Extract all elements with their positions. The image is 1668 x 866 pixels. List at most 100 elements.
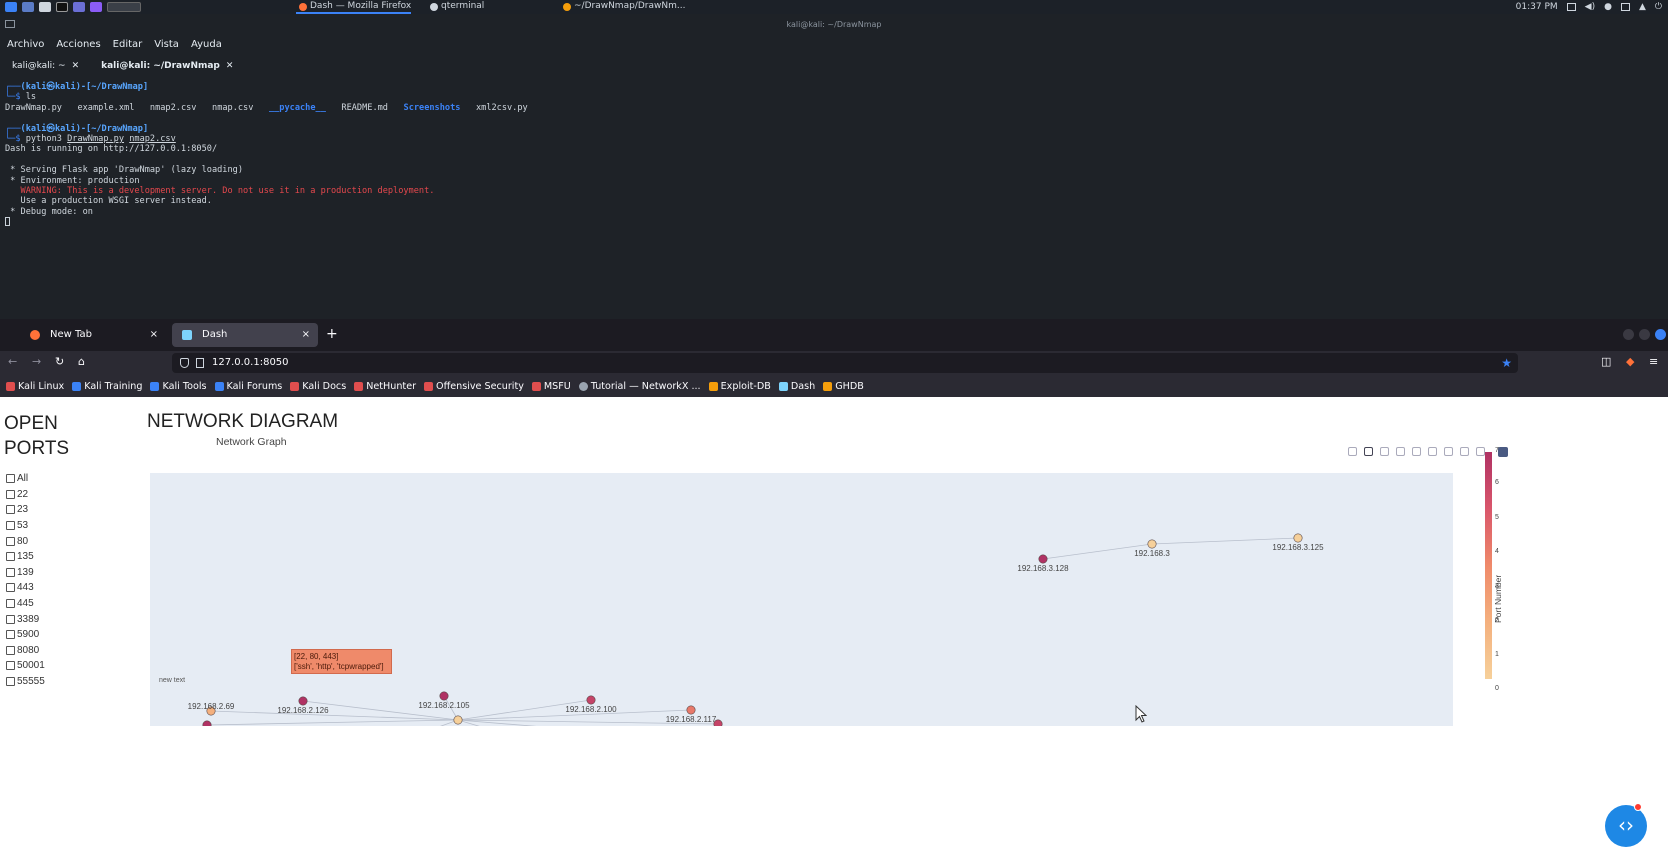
forward-icon[interactable]: → [32,355,41,368]
autoscale-icon[interactable] [1460,447,1469,456]
workspace-1-icon[interactable] [22,2,34,12]
taskbar-task-qterminal[interactable]: qterminal [427,0,484,14]
menu-archivo[interactable]: Archivo [7,39,44,50]
port-option-80[interactable]: 80 [6,533,45,549]
terminal-launcher-icon[interactable] [56,2,68,12]
dash-debug-button[interactable]: ‹› [1605,805,1647,847]
close-icon[interactable]: ✕ [72,61,80,71]
shield-icon[interactable] [180,358,189,368]
taskbar-task-firefox[interactable]: Dash — Mozilla Firefox [296,0,412,14]
active-workspace-icon[interactable] [107,2,141,12]
graph-node[interactable] [1038,554,1048,564]
graph-node[interactable] [1147,539,1157,549]
checkbox[interactable] [6,661,15,671]
port-option-8080[interactable]: 8080 [6,643,45,659]
checkbox[interactable] [6,489,15,499]
bookmark-kali-tools[interactable]: Kali Tools [150,381,207,392]
bookmark-dash[interactable]: Dash [778,381,815,392]
terminal-tab-drawnmap[interactable]: kali@kali: ~/DrawNmap ✕ [93,59,241,73]
bookmark-kali-forums[interactable]: Kali Forums [214,381,282,392]
close-icon[interactable]: × [150,323,158,347]
bookmark-msfu[interactable]: MSFU [531,381,571,392]
bookmark-kali-docs[interactable]: Kali Docs [290,381,346,392]
port-option-3389[interactable]: 3389 [6,611,45,627]
file-manager-icon[interactable] [39,2,51,12]
bookmark-kali-training[interactable]: Kali Training [72,381,142,392]
checkbox[interactable] [6,630,15,640]
menu-acciones[interactable]: Acciones [56,39,100,50]
annotation-text[interactable]: new text [159,677,185,684]
lock-icon[interactable]: ▲ [1639,2,1646,12]
terminal-tab-home[interactable]: kali@kali: ~ ✕ [4,59,87,73]
browser-tab-newtab[interactable]: New Tab × [20,323,166,347]
menu-vista[interactable]: Vista [154,39,179,50]
url-bar[interactable]: 127.0.0.1:8050 ★ [172,353,1518,373]
display-icon[interactable] [1566,3,1576,11]
plotly-logo-icon[interactable] [1498,447,1508,457]
checkbox[interactable] [6,614,15,624]
bookmark-exploit-db[interactable]: Exploit-DB [708,381,771,392]
kali-menu-icon[interactable] [5,2,17,12]
power-icon[interactable]: ⏻ [1655,2,1662,12]
browser-launcher-icon[interactable] [73,2,85,12]
battery-icon[interactable] [1620,3,1630,11]
port-option-55555[interactable]: 55555 [6,674,45,690]
lasso-select-icon[interactable] [1412,447,1421,456]
checkbox[interactable] [6,645,15,655]
close-icon[interactable]: × [302,323,310,347]
checkbox[interactable] [6,536,15,546]
graph-node[interactable] [202,720,212,726]
port-option-50001[interactable]: 50001 [6,658,45,674]
port-option-445[interactable]: 445 [6,596,45,612]
maximize-button[interactable] [1639,329,1650,340]
browser-tab-dash[interactable]: Dash × [172,323,318,347]
close-icon[interactable]: ✕ [226,61,234,71]
menu-ayuda[interactable]: Ayuda [191,39,222,50]
camera-icon[interactable] [1348,447,1357,456]
port-option-5900[interactable]: 5900 [6,627,45,643]
port-option-22[interactable]: 22 [6,487,45,503]
graph-node[interactable] [686,705,696,715]
bookmark-tutorial-networkx[interactable]: Tutorial — NetworkX ... [578,381,701,392]
checkbox[interactable] [6,599,15,609]
graph-node[interactable] [298,696,308,706]
checkbox[interactable] [6,567,15,577]
menu-editar[interactable]: Editar [113,39,143,50]
close-window-button[interactable] [1655,329,1666,340]
checkbox[interactable] [6,474,15,484]
zoom-in-icon[interactable] [1428,447,1437,456]
port-option-23[interactable]: 23 [6,502,45,518]
volume-icon[interactable]: ◀) [1585,2,1595,12]
minimize-button[interactable] [1623,329,1634,340]
taskbar-task-folder[interactable]: ~/DrawNmap/DrawNm... [560,0,685,14]
network-graph-svg[interactable]: 192.168.3.128 192.168.3 192.168.3.125 192.1… [150,473,1453,726]
port-option-139[interactable]: 139 [6,565,45,581]
checkbox[interactable] [6,583,15,593]
workspace-switcher-icon[interactable] [90,2,102,12]
extension-icon[interactable]: ◆ [1626,355,1634,368]
checkbox[interactable] [6,505,15,515]
port-option-53[interactable]: 53 [6,518,45,534]
graph-node[interactable] [586,695,596,705]
pocket-icon[interactable]: ◫ [1601,355,1611,368]
page-info-icon[interactable] [196,358,204,368]
checkbox[interactable] [6,552,15,562]
graph-node[interactable] [453,715,463,725]
graph-node[interactable] [1293,533,1303,543]
hamburger-menu-icon[interactable]: ≡ [1649,355,1658,368]
graph-node[interactable] [439,691,449,701]
pan-icon[interactable] [1380,447,1389,456]
terminal-output[interactable]: ┌──(kali㉿kali)-[~/DrawNmap] └─$ ls DrawN… [0,76,1668,234]
home-icon[interactable]: ⌂ [78,355,85,368]
port-option-135[interactable]: 135 [6,549,45,565]
reset-axes-icon[interactable] [1476,447,1485,456]
reload-icon[interactable]: ↻ [55,355,64,368]
graph-node[interactable] [713,719,723,726]
bookmark-star-icon[interactable]: ★ [1501,353,1512,373]
bookmark-nethunter[interactable]: NetHunter [354,381,416,392]
notification-icon[interactable]: ● [1604,2,1612,12]
port-option-443[interactable]: 443 [6,580,45,596]
checkbox[interactable] [6,677,15,687]
port-option-all[interactable]: All [6,471,45,487]
back-icon[interactable]: ← [8,355,17,368]
